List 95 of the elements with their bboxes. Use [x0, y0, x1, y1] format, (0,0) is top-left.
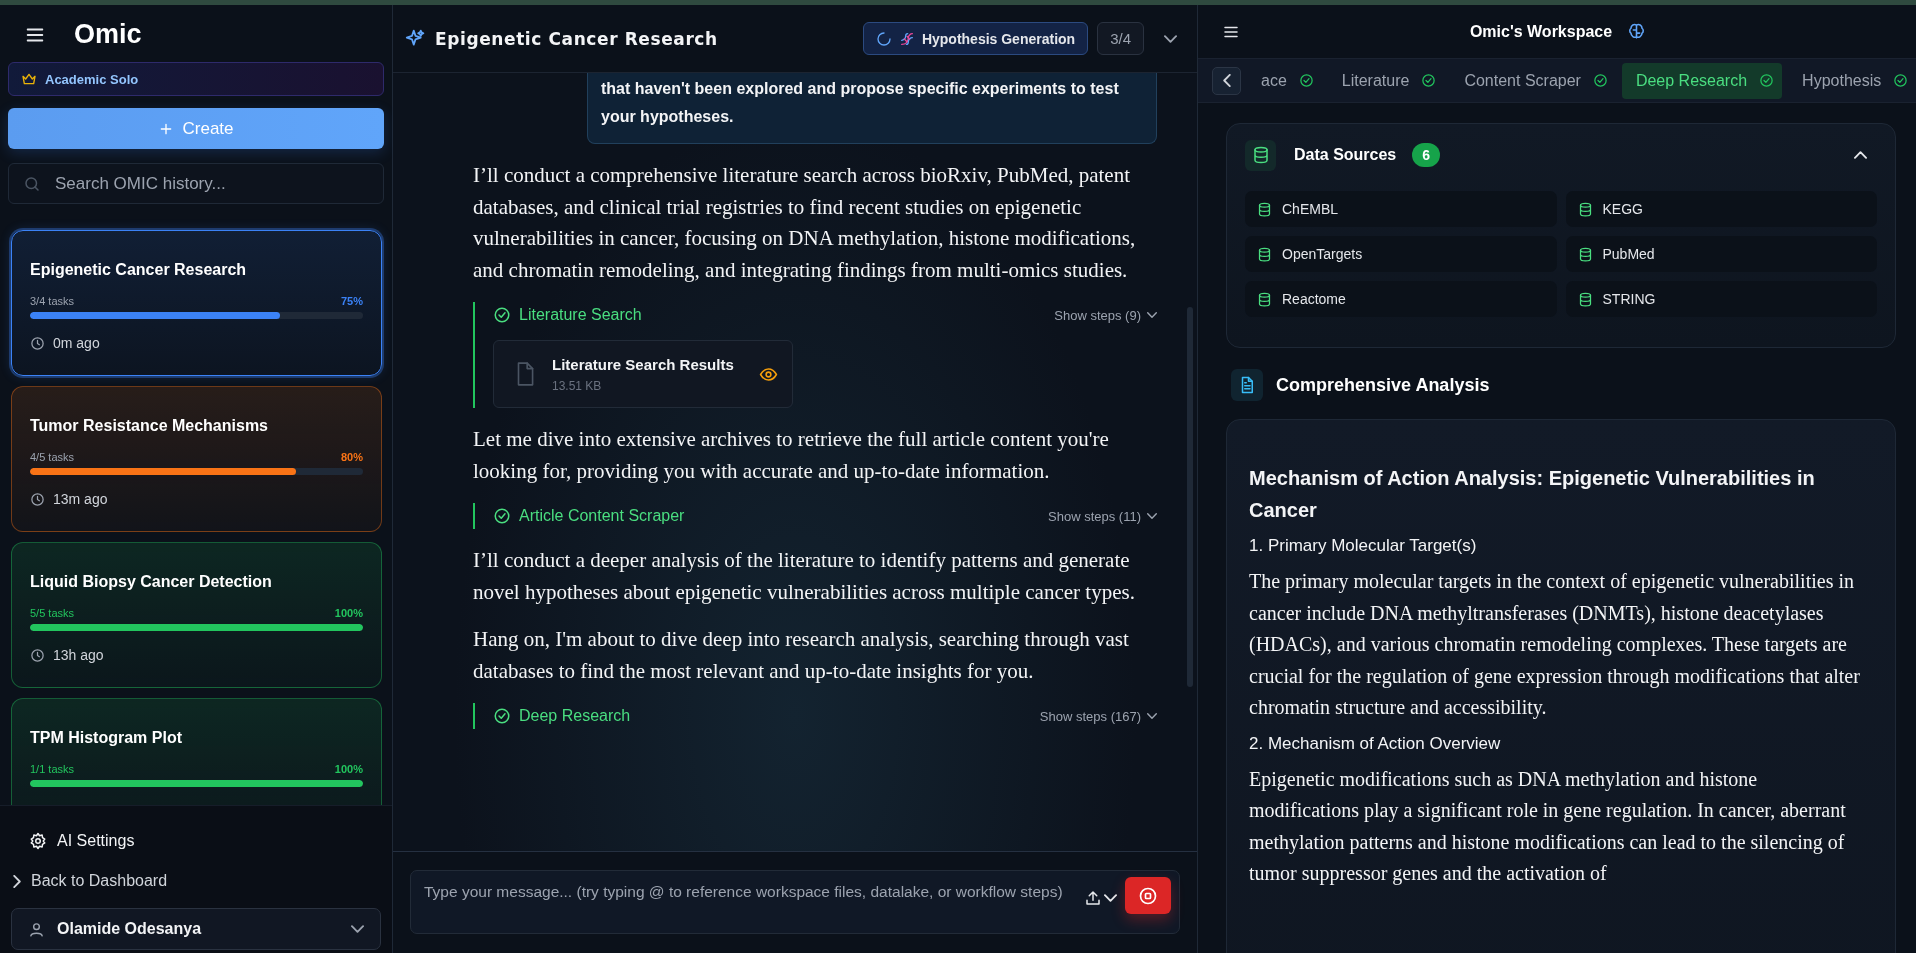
section-heading: 2. Mechanism of Action Overview — [1249, 733, 1502, 754]
task-count: 3/4 tasks — [30, 295, 75, 307]
project-card[interactable]: Epigenetic Cancer Research 3/4 tasks 75% 0m ago — [11, 230, 382, 376]
progress-percent: 75% — [340, 295, 363, 307]
data-source-item[interactable]: KEGG — [1565, 191, 1877, 227]
project-title: Epigenetic Cancer Research — [30, 261, 248, 279]
clock-icon — [30, 491, 45, 507]
step-title: Deep Research — [519, 707, 631, 725]
data-source-item[interactable]: PubMed — [1565, 236, 1877, 272]
collapse-button[interactable] — [1164, 34, 1177, 43]
show-steps-button[interactable]: Show steps (9) — [1054, 307, 1157, 323]
workspace-title: Omic's Workspace — [1469, 22, 1613, 41]
task-count: 5/5 tasks — [30, 607, 75, 619]
data-source-item[interactable]: OpenTargets — [1245, 236, 1557, 272]
upload-button[interactable] — [1084, 889, 1117, 907]
chevron-right-icon — [13, 874, 21, 888]
progress-percent: 80% — [340, 451, 363, 463]
data-source-item[interactable]: ChEMBL — [1245, 191, 1557, 227]
chevron-down-icon — [1147, 513, 1157, 519]
plan-name: Academic Solo — [45, 71, 139, 87]
show-steps-button[interactable]: Show steps (167) — [1039, 708, 1157, 724]
clock-icon — [30, 335, 45, 351]
file-name: Literature Search Results — [552, 355, 735, 373]
step-title: Article Content Scraper — [519, 507, 685, 525]
task-count: 1/1 tasks — [30, 763, 75, 775]
time-ago: 13h ago — [53, 647, 104, 663]
workspace-tab[interactable]: Hypothesis — [1788, 62, 1916, 99]
database-icon — [1577, 291, 1593, 307]
chevron-down-icon — [1164, 34, 1177, 43]
user-icon — [28, 920, 45, 938]
analysis-paragraph: Epigenetic modifications such as DNA methylation and histone modifications play a significant role in gene regulation. In cancer, aberrant methylation patterns and histone modifications can lead to the silencing of tumor suppressor genes and the activation of — [1249, 766, 1847, 887]
analysis-paragraph: The primary molecular targets in the context of epigenetic vulnerabilities in cancer include DNA methyltransferases (DNMTs), histone deacetylases (HDACs), and various chromatin remodeling complexes. These targets are crucial for the regulation of gene expression through modifications that alter chromatin structure and accessibility. — [1249, 569, 1861, 721]
project-title: TPM Histogram Plot — [30, 729, 183, 747]
progress-percent: 100% — [334, 607, 363, 619]
database-icon — [1577, 246, 1593, 262]
file-size: 13.51 KB — [552, 378, 603, 393]
brain-icon — [1627, 22, 1647, 41]
data-source-item[interactable]: Reactome — [1245, 281, 1557, 317]
workspace-tab[interactable]: ace — [1247, 62, 1322, 99]
stop-button[interactable] — [1125, 877, 1171, 914]
project-card[interactable]: Liquid Biopsy Cancer Detection 5/5 tasks 100% 13h ago — [11, 542, 382, 688]
back-link[interactable]: Back to Dashboard — [11, 864, 381, 898]
time-ago: 0m ago — [53, 335, 100, 351]
database-icon — [1257, 246, 1272, 262]
database-icon — [1257, 201, 1272, 217]
stop-icon — [1138, 885, 1158, 906]
step-title: Literature Search — [519, 306, 642, 324]
user-message: that haven't been explored and propose specific experiments to test your hypotheses. — [587, 73, 1157, 144]
project-title: Liquid Biopsy Cancer Detection — [30, 573, 273, 591]
progress-percent: 100% — [334, 763, 363, 775]
app-logo-text: Omic — [74, 19, 142, 50]
upload-icon — [1084, 889, 1102, 907]
database-icon — [1251, 146, 1270, 164]
time-ago: 13m ago — [53, 491, 108, 507]
assistant-message: I’ll conduct a comprehensive literature search across bioRxiv, PubMed, patent databases, and clinical trial registries to find recent studies on epigenetic vulnerabilities in cancer, focusing on DNA methylation, histone modifications, and chromatin remodeling, and integrating findings from multi-omics studies. — [473, 162, 1137, 284]
assistant-message: Let me dive into extensive archives to retrieve the full article content you're looking for, providing you with accurate and up-to-date information. — [473, 426, 1110, 485]
user-menu-button[interactable]: Olamide Odesanya — [11, 908, 381, 950]
scrollbar[interactable] — [1187, 307, 1193, 687]
dna-icon — [898, 30, 915, 47]
section-title: Data Sources — [1294, 146, 1397, 164]
chevron-left-icon — [1222, 74, 1231, 87]
chevron-up-icon — [1854, 151, 1867, 159]
settings-button[interactable]: AI Settings — [11, 824, 153, 858]
settings-icon — [29, 832, 47, 850]
search-field[interactable]: Search OMIC history... — [8, 163, 384, 204]
database-icon — [1577, 201, 1593, 217]
step-counter-button[interactable]: 3/4 — [1097, 22, 1144, 55]
crown-icon — [21, 71, 37, 87]
show-steps-button[interactable]: Show steps (11) — [1048, 508, 1157, 524]
workspace-tab[interactable]: Content Scraper — [1450, 62, 1616, 99]
scroll-left-button[interactable] — [1212, 66, 1241, 95]
analysis-heading: Mechanism of Action Analysis: Epigenetic Vulnerabilities in Cancer — [1249, 466, 1816, 523]
section-title: Comprehensive Analysis — [1276, 374, 1490, 396]
project-title: Tumor Resistance Mechanisms — [30, 417, 269, 435]
clock-icon — [30, 647, 45, 663]
assistant-message: I’ll conduct a deeper analysis of the literature to identify patterns and generate novel hypotheses about epigenetic vulnerabilities across multiple cancer types. — [473, 547, 1136, 606]
current-step-chip[interactable]: Hypothesis Generation — [862, 22, 1089, 55]
data-source-item[interactable]: STRING — [1565, 281, 1877, 317]
workspace-tab[interactable]: Deep Research — [1621, 62, 1783, 99]
section-heading: 1. Primary Molecular Target(s) — [1249, 536, 1478, 556]
chevron-down-icon — [1104, 894, 1117, 902]
count-badge: 6 — [1412, 143, 1441, 167]
project-card[interactable]: Tumor Resistance Mechanisms 4/5 tasks 80% 13m ago — [11, 386, 382, 532]
chevron-down-icon — [351, 925, 364, 933]
chevron-down-icon — [1147, 713, 1157, 719]
chevron-down-icon — [1147, 312, 1157, 318]
file-card[interactable]: Literature Search Results 13.51 KB — [493, 340, 793, 408]
database-icon — [1257, 291, 1272, 307]
workspace-tab[interactable]: Literature — [1327, 62, 1445, 99]
search-icon — [23, 174, 41, 193]
assistant-message: Hang on, I'm about to dive deep into research analysis, searching through vast databases to find the most relevant and up-to-date insights for you. — [473, 626, 1130, 685]
message-field[interactable]: Type your message... (try typing @ to reference workspace files, datalake, or workflow steps) — [410, 870, 1180, 934]
chat-title: Epigenetic Cancer Research — [435, 28, 718, 49]
task-count: 4/5 tasks — [30, 451, 75, 463]
search-input[interactable]: Search OMIC history... — [53, 172, 369, 195]
